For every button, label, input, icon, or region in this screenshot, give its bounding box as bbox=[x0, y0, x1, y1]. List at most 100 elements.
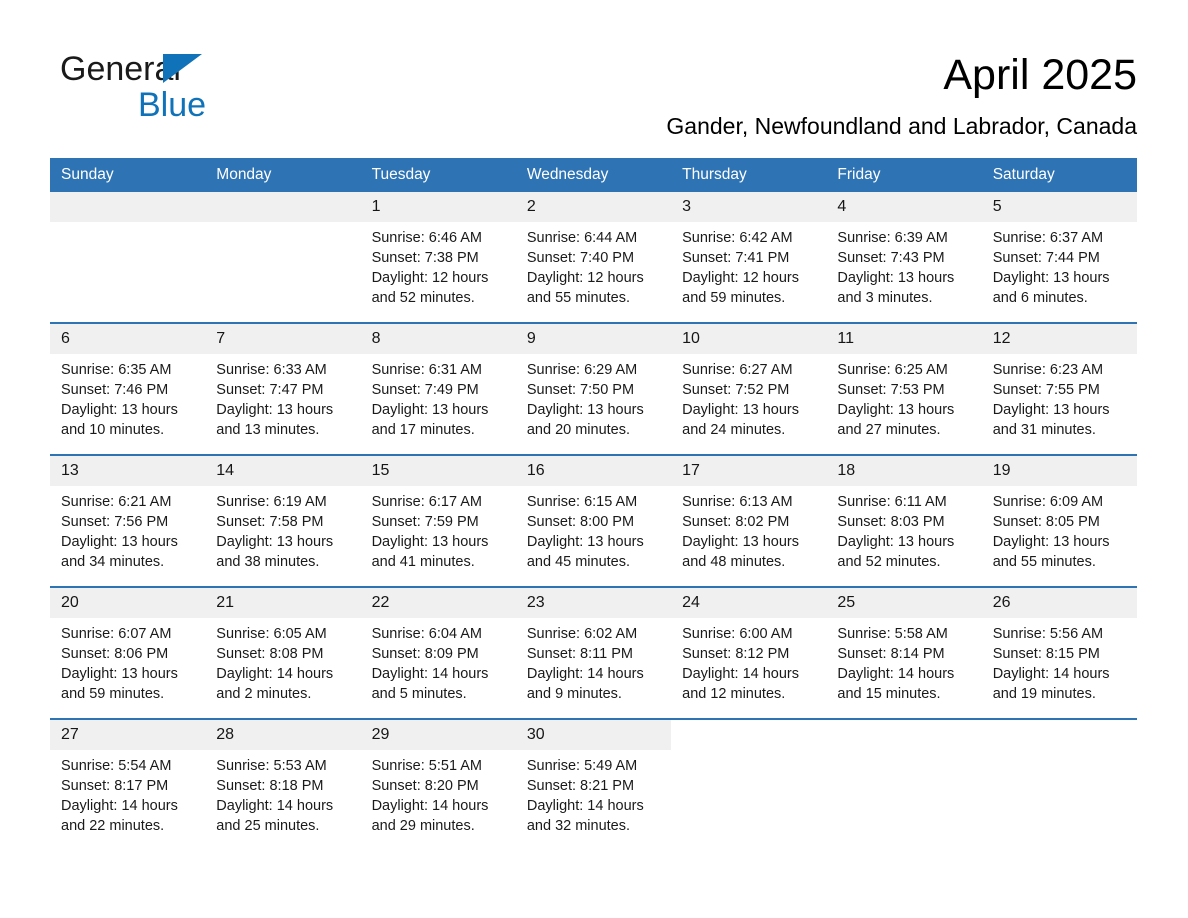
day-details: Sunrise: 6:00 AM Sunset: 8:12 PM Dayligh… bbox=[671, 618, 826, 704]
day-cell[interactable]: 24 Sunrise: 6:00 AM Sunset: 8:12 PM Dayl… bbox=[671, 586, 827, 719]
sunrise-text: Sunrise: 6:11 AM bbox=[837, 494, 947, 510]
day-cell[interactable]: 23 Sunrise: 6:02 AM Sunset: 8:11 PM Dayl… bbox=[515, 586, 672, 719]
day-cell[interactable]: 3 Sunrise: 6:42 AM Sunset: 7:41 PM Dayli… bbox=[671, 192, 827, 323]
sunrise-text: Sunrise: 6:33 AM bbox=[216, 362, 327, 378]
day-cell[interactable]: 28 Sunrise: 5:53 AM Sunset: 8:18 PM Dayl… bbox=[205, 718, 361, 850]
day-number: 30 bbox=[515, 720, 672, 750]
day-details: Sunrise: 6:13 AM Sunset: 8:02 PM Dayligh… bbox=[671, 486, 826, 572]
daylight-line2: and 12 minutes. bbox=[682, 686, 786, 702]
sunrise-text: Sunrise: 6:42 AM bbox=[682, 230, 793, 246]
calendar-week-row: 1 Sunrise: 6:46 AM Sunset: 7:38 PM Dayli… bbox=[50, 192, 1137, 323]
day-cell[interactable]: 9 Sunrise: 6:29 AM Sunset: 7:50 PM Dayli… bbox=[515, 322, 672, 455]
sunset-text: Sunset: 7:43 PM bbox=[837, 250, 945, 266]
daylight-line1: Daylight: 13 hours bbox=[61, 402, 178, 418]
daylight-line1: Daylight: 13 hours bbox=[837, 534, 955, 550]
daylight-line1: Daylight: 13 hours bbox=[992, 402, 1110, 418]
day-cell[interactable]: 12 Sunrise: 6:23 AM Sunset: 7:55 PM Dayl… bbox=[981, 322, 1137, 455]
day-cell[interactable]: 8 Sunrise: 6:31 AM Sunset: 7:49 PM Dayli… bbox=[360, 322, 516, 455]
day-number: 14 bbox=[205, 456, 361, 486]
sunrise-text: Sunrise: 6:15 AM bbox=[526, 494, 638, 510]
day-cell[interactable]: 29 Sunrise: 5:51 AM Sunset: 8:20 PM Dayl… bbox=[360, 718, 516, 850]
day-number bbox=[50, 192, 206, 222]
day-number: 25 bbox=[826, 588, 982, 618]
day-number: 15 bbox=[360, 456, 516, 486]
day-number: 23 bbox=[515, 588, 672, 618]
daylight-line2: and 17 minutes. bbox=[371, 422, 475, 438]
day-number: 4 bbox=[826, 192, 982, 222]
day-number: 16 bbox=[515, 456, 672, 486]
daylight-line2: and 32 minutes. bbox=[526, 818, 631, 834]
sunrise-text: Sunrise: 6:04 AM bbox=[371, 626, 482, 642]
day-number: 10 bbox=[671, 324, 827, 354]
day-number: 3 bbox=[671, 192, 827, 222]
day-cell[interactable]: 22 Sunrise: 6:04 AM Sunset: 8:09 PM Dayl… bbox=[360, 586, 516, 719]
daylight-line2: and 34 minutes. bbox=[61, 554, 165, 570]
day-details: Sunrise: 6:23 AM Sunset: 7:55 PM Dayligh… bbox=[982, 354, 1137, 440]
sunrise-text: Sunrise: 6:21 AM bbox=[61, 494, 172, 510]
day-details bbox=[50, 222, 205, 228]
triangle-icon bbox=[163, 54, 202, 83]
sunrise-text: Sunrise: 6:25 AM bbox=[837, 362, 948, 378]
daylight-line2: and 59 minutes. bbox=[61, 686, 165, 702]
day-cell[interactable]: 2 Sunrise: 6:44 AM Sunset: 7:40 PM Dayli… bbox=[515, 192, 672, 323]
daylight-line1: Daylight: 14 hours bbox=[992, 666, 1110, 682]
sunrise-text: Sunrise: 6:19 AM bbox=[216, 494, 327, 510]
daylight-line1: Daylight: 13 hours bbox=[837, 270, 955, 286]
day-details: Sunrise: 5:49 AM Sunset: 8:21 PM Dayligh… bbox=[516, 750, 671, 836]
day-details: Sunrise: 5:54 AM Sunset: 8:17 PM Dayligh… bbox=[50, 750, 205, 836]
sunset-text: Sunset: 7:59 PM bbox=[371, 514, 479, 530]
daylight-line1: Daylight: 12 hours bbox=[526, 270, 644, 286]
day-cell[interactable]: 20 Sunrise: 6:07 AM Sunset: 8:06 PM Dayl… bbox=[50, 586, 206, 719]
sunrise-text: Sunrise: 6:37 AM bbox=[992, 230, 1104, 246]
general-blue-logo: General Blue bbox=[60, 52, 320, 132]
sunrise-text: Sunrise: 6:07 AM bbox=[61, 626, 172, 642]
sunset-text: Sunset: 8:21 PM bbox=[526, 778, 635, 794]
day-details: Sunrise: 6:25 AM Sunset: 7:53 PM Dayligh… bbox=[826, 354, 981, 440]
calendar-week-row: 6 Sunrise: 6:35 AM Sunset: 7:46 PM Dayli… bbox=[50, 322, 1137, 455]
day-cell[interactable]: 25 Sunrise: 5:58 AM Sunset: 8:14 PM Dayl… bbox=[826, 586, 982, 719]
day-number: 22 bbox=[360, 588, 516, 618]
daylight-line2: and 38 minutes. bbox=[216, 554, 320, 570]
day-cell[interactable]: 7 Sunrise: 6:33 AM Sunset: 7:47 PM Dayli… bbox=[205, 322, 361, 455]
day-details: Sunrise: 5:53 AM Sunset: 8:18 PM Dayligh… bbox=[205, 750, 360, 836]
day-cell[interactable]: 17 Sunrise: 6:13 AM Sunset: 8:02 PM Dayl… bbox=[671, 454, 827, 587]
daylight-line2: and 48 minutes. bbox=[682, 554, 786, 570]
day-cell[interactable]: 11 Sunrise: 6:25 AM Sunset: 7:53 PM Dayl… bbox=[826, 322, 982, 455]
day-cell[interactable]: 26 Sunrise: 5:56 AM Sunset: 8:15 PM Dayl… bbox=[981, 586, 1137, 719]
day-details: Sunrise: 5:58 AM Sunset: 8:14 PM Dayligh… bbox=[826, 618, 981, 704]
daylight-line2: and 22 minutes. bbox=[61, 818, 165, 834]
day-details: Sunrise: 6:42 AM Sunset: 7:41 PM Dayligh… bbox=[671, 222, 826, 308]
day-cell[interactable]: 19 Sunrise: 6:09 AM Sunset: 8:05 PM Dayl… bbox=[981, 454, 1137, 587]
day-cell[interactable]: 10 Sunrise: 6:27 AM Sunset: 7:52 PM Dayl… bbox=[671, 322, 827, 455]
sunset-text: Sunset: 7:47 PM bbox=[216, 382, 324, 398]
day-cell[interactable]: 4 Sunrise: 6:39 AM Sunset: 7:43 PM Dayli… bbox=[826, 192, 982, 323]
day-number bbox=[671, 720, 827, 750]
day-cell[interactable]: 5 Sunrise: 6:37 AM Sunset: 7:44 PM Dayli… bbox=[981, 192, 1137, 323]
day-details: Sunrise: 6:35 AM Sunset: 7:46 PM Dayligh… bbox=[50, 354, 205, 440]
day-number: 21 bbox=[205, 588, 361, 618]
day-number: 13 bbox=[50, 456, 206, 486]
day-cell[interactable]: 1 Sunrise: 6:46 AM Sunset: 7:38 PM Dayli… bbox=[360, 192, 516, 323]
page-header: General Blue April 2025 Gander, Newfound… bbox=[50, 42, 1137, 147]
day-details: Sunrise: 6:27 AM Sunset: 7:52 PM Dayligh… bbox=[671, 354, 826, 440]
day-cell[interactable]: 18 Sunrise: 6:11 AM Sunset: 8:03 PM Dayl… bbox=[826, 454, 982, 587]
day-number: 1 bbox=[360, 192, 516, 222]
day-cell[interactable]: 13 Sunrise: 6:21 AM Sunset: 7:56 PM Dayl… bbox=[50, 454, 206, 587]
day-cell[interactable]: 15 Sunrise: 6:17 AM Sunset: 7:59 PM Dayl… bbox=[360, 454, 516, 587]
day-cell[interactable]: 30 Sunrise: 5:49 AM Sunset: 8:21 PM Dayl… bbox=[515, 718, 672, 850]
day-number: 26 bbox=[981, 588, 1137, 618]
day-details: Sunrise: 6:33 AM Sunset: 7:47 PM Dayligh… bbox=[205, 354, 360, 440]
day-cell[interactable]: 14 Sunrise: 6:19 AM Sunset: 7:58 PM Dayl… bbox=[205, 454, 361, 587]
day-cell[interactable] bbox=[205, 192, 361, 323]
day-cell[interactable]: 6 Sunrise: 6:35 AM Sunset: 7:46 PM Dayli… bbox=[50, 322, 206, 455]
day-cell[interactable]: 16 Sunrise: 6:15 AM Sunset: 8:00 PM Dayl… bbox=[515, 454, 672, 587]
day-cell[interactable] bbox=[50, 192, 206, 323]
day-cell[interactable]: 21 Sunrise: 6:05 AM Sunset: 8:08 PM Dayl… bbox=[205, 586, 361, 719]
daylight-line2: and 24 minutes. bbox=[682, 422, 786, 438]
weekday-header-saturday: Saturday bbox=[981, 158, 1137, 192]
daylight-line2: and 55 minutes. bbox=[526, 290, 631, 306]
daylight-line1: Daylight: 13 hours bbox=[371, 534, 489, 550]
day-details: Sunrise: 5:56 AM Sunset: 8:15 PM Dayligh… bbox=[982, 618, 1137, 704]
sunset-text: Sunset: 8:00 PM bbox=[526, 514, 635, 530]
day-cell[interactable]: 27 Sunrise: 5:54 AM Sunset: 8:17 PM Dayl… bbox=[50, 718, 206, 850]
